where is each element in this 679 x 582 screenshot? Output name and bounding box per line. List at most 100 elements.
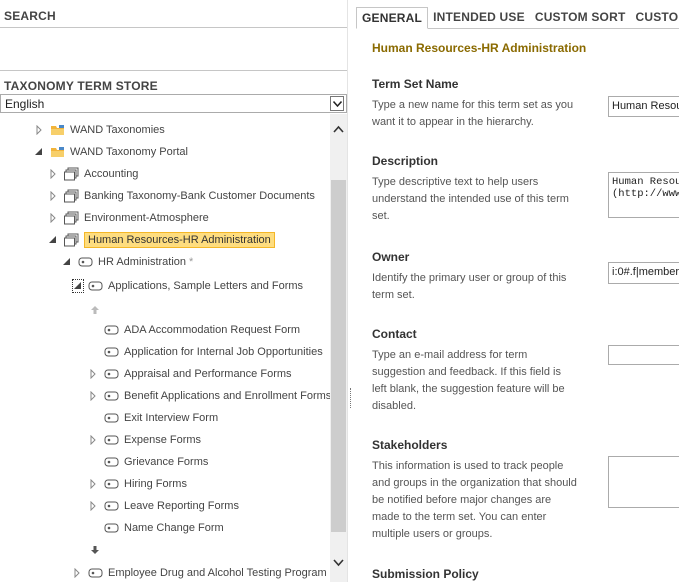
section-description: Type an e-mail address for term suggesti… [372,349,565,412]
tab-intended-use[interactable]: INTENDED USE [428,7,530,29]
search-input[interactable] [0,27,347,71]
tree-item-label: Leave Reporting Forms [124,500,239,512]
tree-item-label: Banking Taxonomy-Bank Customer Documents [84,190,315,202]
tree-item-label: Hiring Forms [124,478,187,490]
expand-arrow-icon[interactable] [88,478,98,490]
taxonomy-tree: WAND Taxonomies WAND Taxonomy Portal Acc… [0,114,330,582]
expand-arrow-icon[interactable] [72,567,82,579]
owner-section: Owner Identify the primary user or group… [372,250,679,304]
term-icon [104,499,120,513]
scrollbar-thumb[interactable] [331,180,346,532]
tree-item-label: Human Resources-HR Administration [84,232,275,248]
expand-arrow-icon[interactable] [48,212,58,224]
tree-item[interactable]: Grievance Forms [104,452,208,472]
expand-arrow-icon[interactable] [88,368,98,380]
stakeholders-section: Stakeholders This information is used to… [372,438,679,543]
tab-custom-properties[interactable]: CUSTOM PROPERTIES [630,7,679,29]
scroll-up-icon[interactable] [333,124,344,136]
tab-strip: GENERAL INTENDED USE CUSTOM SORT CUSTOM … [356,7,679,29]
expand-arrow-icon[interactable] [88,500,98,512]
tree-item[interactable]: Exit Interview Form [104,408,218,428]
tree-item[interactable]: Name Change Form [104,518,224,538]
tree-item[interactable]: Leave Reporting Forms [88,496,239,516]
section-heading: Term Set Name [372,77,459,91]
tree-item[interactable]: Environment-Atmosphere [48,208,209,228]
tree-item-label: Applications, Sample Letters and Forms [108,280,304,292]
tree-item[interactable]: Application for Internal Job Opportuniti… [104,342,323,362]
tab-general[interactable]: GENERAL [356,7,429,29]
term-icon [104,455,120,469]
term-icon [104,477,120,491]
splitter-grip[interactable] [350,388,352,408]
tree-item[interactable]: Banking Taxonomy-Bank Customer Documents [48,186,315,206]
language-select-value: English [5,97,45,111]
collapse-arrow-icon[interactable] [72,279,84,293]
tree-item-label: Expense Forms [124,434,202,446]
section-heading: Contact [372,327,417,341]
term-icon [104,323,120,337]
tree-item[interactable]: Hiring Forms [88,474,187,494]
tree-item-label: Accounting [84,168,139,180]
tree-item[interactable]: ADA Accommodation Request Form [104,320,300,340]
tab-custom-sort[interactable]: CUSTOM SORT [530,7,631,29]
tree-item-label: Appraisal and Performance Forms [124,368,292,380]
tree-item-label: Benefit Applications and Enrollment Form… [124,390,330,402]
tree-item[interactable]: Benefit Applications and Enrollment Form… [88,386,330,406]
tree-item-label: Environment-Atmosphere [84,212,209,224]
collapse-arrow-icon[interactable] [48,235,58,245]
search-heading: SEARCH [4,9,56,23]
tree-item[interactable]: Appraisal and Performance Forms [88,364,292,384]
tree-item[interactable]: HR Administration * [62,252,193,272]
section-description: This information is used to track people… [372,460,577,540]
submission-policy-section: Submission Policy [372,567,679,582]
term-icon [104,521,120,535]
tree-item-label: WAND Taxonomies [70,124,165,136]
term-icon [104,411,120,425]
scroll-down-icon[interactable] [333,558,344,570]
expand-arrow-icon[interactable] [88,434,98,446]
tree-item-label: Employee Drug and Alcohol Testing Progra… [108,567,327,579]
term-icon [78,255,94,269]
move-down-arrow-icon[interactable] [90,545,100,555]
panel-splitter[interactable] [347,0,355,582]
collapse-arrow-icon[interactable] [62,257,72,267]
collapse-arrow-icon[interactable] [34,147,44,157]
modified-marker: * [189,256,194,268]
contact-email-input[interactable] [608,345,679,365]
tree-item-label: Exit Interview Form [124,412,219,424]
tree-item[interactable]: WAND Taxonomy Portal [34,142,188,162]
section-heading: Description [372,154,439,168]
tree-item[interactable]: Applications, Sample Letters and Forms [72,276,303,296]
tree-item-label: Name Change Form [124,522,224,534]
tree-item-text: HR Administration [98,256,187,268]
tree-item-label: Grievance Forms [124,456,209,468]
group-folder-icon [50,145,66,159]
tree-item[interactable]: WAND Taxonomies [34,120,165,140]
owner-input[interactable]: i:0#.f|membership|admin [608,262,679,284]
expand-arrow-icon[interactable] [34,124,44,136]
description-section: Description Type descriptive text to hel… [372,154,679,225]
move-up-arrow-icon[interactable] [90,305,100,315]
section-description: Identify the primary user or group of th… [372,272,567,301]
left-panel: SEARCH TAXONOMY TERM STORE English WAND … [0,0,347,582]
term-set-icon [64,233,80,247]
tree-item-label: WAND Taxonomy Portal [70,146,188,158]
expand-arrow-icon[interactable] [88,390,98,402]
term-icon [104,433,120,447]
expand-arrow-icon[interactable] [48,190,58,202]
section-heading: Submission Policy [372,567,479,581]
section-heading: Stakeholders [372,438,448,452]
expand-arrow-icon[interactable] [48,168,58,180]
term-set-icon [64,167,80,181]
stakeholders-input[interactable] [608,456,679,508]
tree-scrollbar[interactable] [330,114,347,582]
description-textarea[interactable]: Human Resources-HR Administration (http:… [608,172,679,218]
term-icon [88,566,104,580]
language-select[interactable]: English [0,94,347,113]
tree-item-selected[interactable]: Human Resources-HR Administration [48,230,275,250]
chevron-down-icon[interactable] [330,96,344,111]
tree-item[interactable]: Employee Drug and Alcohol Testing Progra… [72,563,327,582]
term-set-name-input[interactable]: Human Resources-HR Administration [608,96,679,117]
tree-item[interactable]: Accounting [48,164,138,184]
tree-item[interactable]: Expense Forms [88,430,201,450]
